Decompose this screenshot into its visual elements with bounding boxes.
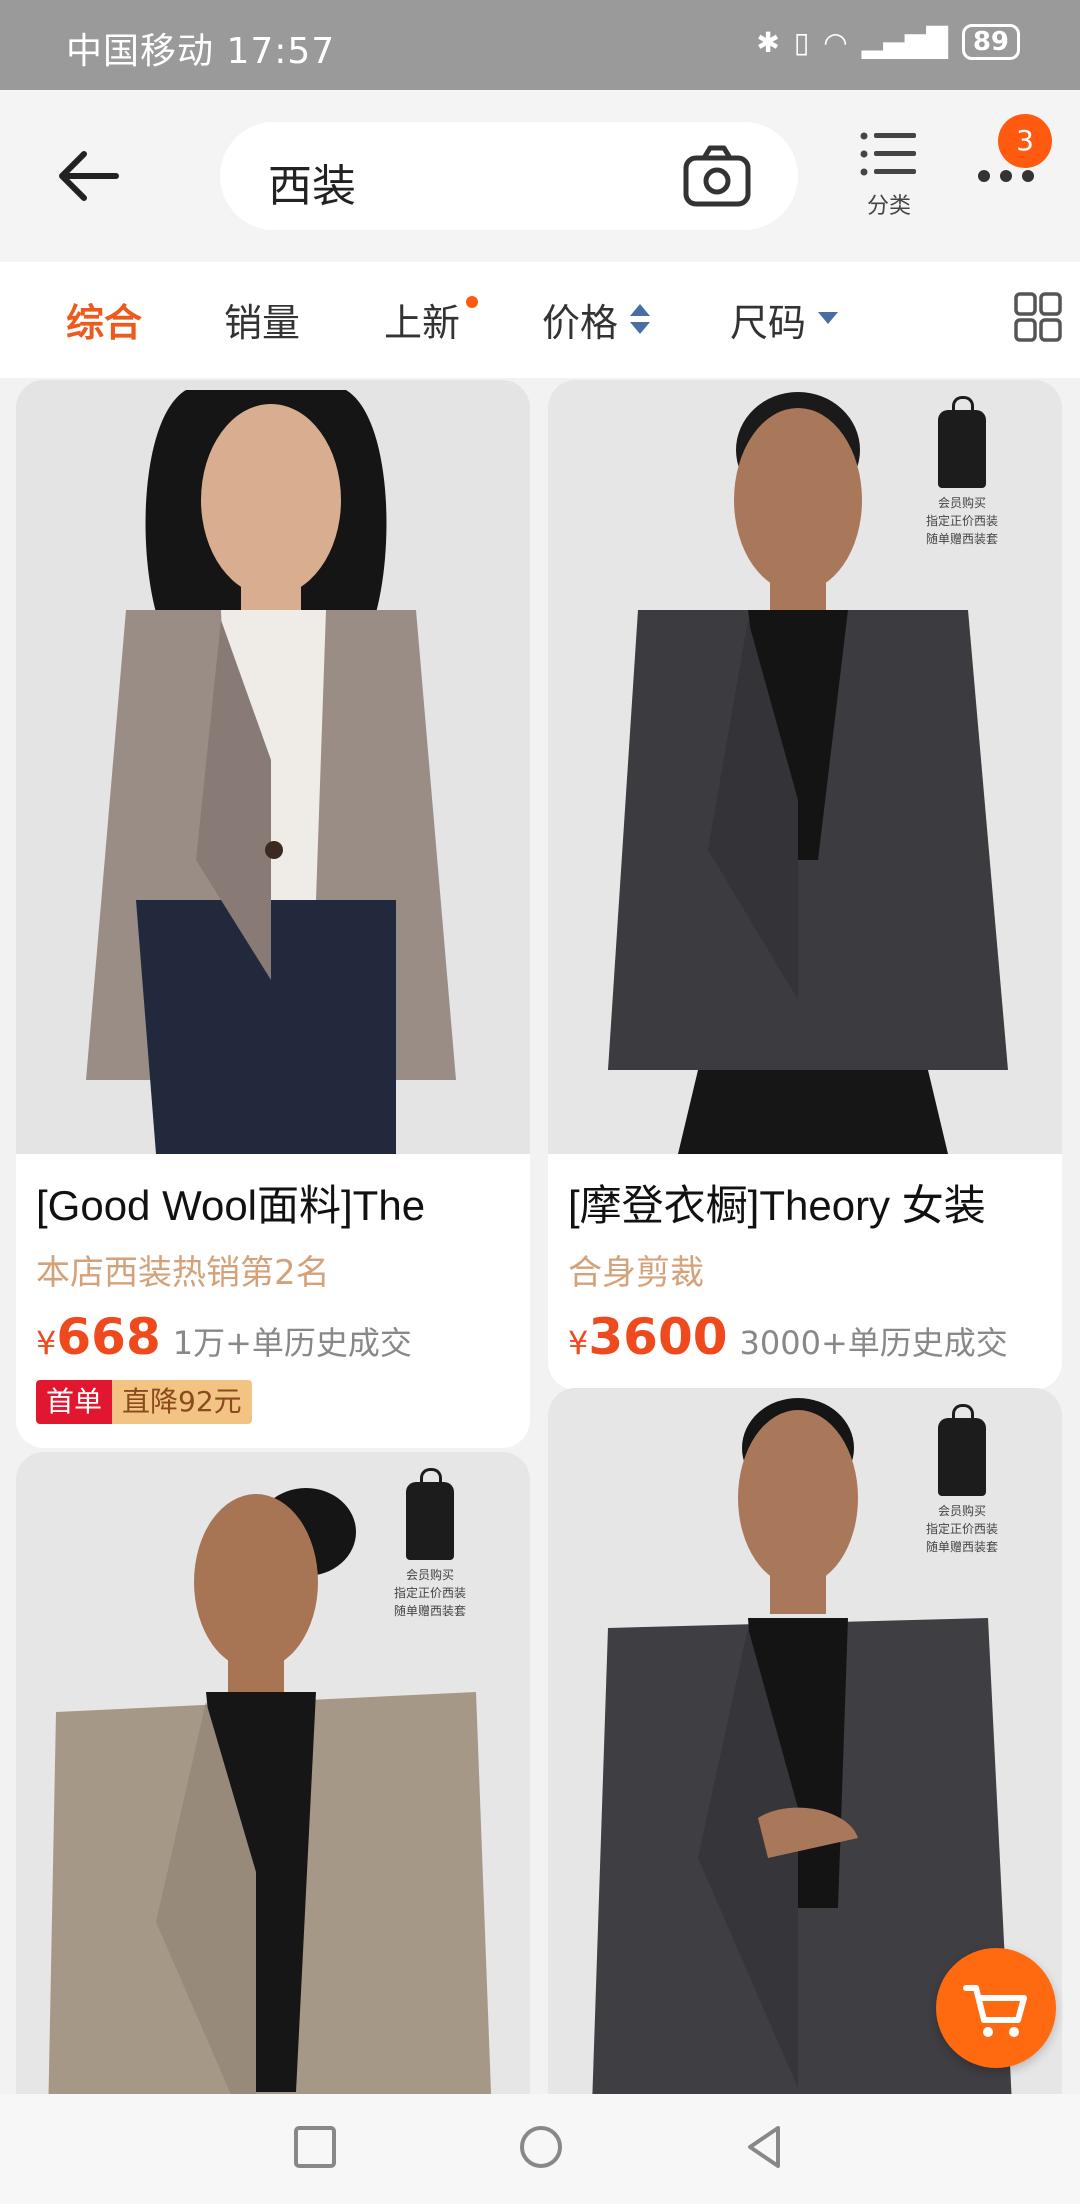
- search-query: 西装: [268, 161, 356, 212]
- garment-bag-icon: [938, 1404, 986, 1496]
- camera-icon[interactable]: [682, 144, 752, 208]
- back-triangle-icon[interactable]: [740, 2122, 790, 2172]
- bluetooth-icon: ✱: [756, 25, 780, 59]
- search-header: 西装 分类 3: [0, 90, 1080, 262]
- sort-tab-size[interactable]: 尺码: [730, 292, 806, 347]
- search-input[interactable]: 西装: [220, 122, 798, 230]
- carrier-name: 中国移动: [66, 31, 215, 72]
- list-icon: [860, 132, 916, 176]
- sort-tab-price[interactable]: 价格: [542, 292, 618, 347]
- battery-icon: 89: [961, 24, 1020, 60]
- gift-stamp: 会员购买 指定正价西装 随单赠西装套: [902, 396, 1022, 548]
- product-card[interactable]: [Good Wool面料]The 本店西装热销第2名 ¥ 668 1万+单历史成…: [16, 380, 530, 1448]
- product-title[interactable]: [摩登衣橱]Theory 女装: [568, 1172, 1042, 1233]
- model-photo: [16, 380, 530, 1154]
- product-card[interactable]: 会员购买 指定正价西装 随单赠西装套 [摩登衣橱]Theory 女装 合身剪裁 …: [548, 380, 1062, 1390]
- sort-bar: 综合 销量 上新 价格 尺码: [0, 262, 1080, 378]
- wifi-icon: ◠: [823, 25, 848, 59]
- garment-bag-icon: [406, 1468, 454, 1560]
- sort-tab-sales[interactable]: 销量: [224, 292, 300, 347]
- chevron-down-icon: [818, 312, 838, 324]
- currency-symbol: ¥: [36, 1324, 57, 1362]
- category-label: 分类: [866, 194, 911, 219]
- vibrate-icon: ▯: [793, 25, 810, 59]
- product-tag: 本店西装热销第2名: [36, 1253, 330, 1293]
- promo-badge: 首单 直降92元: [36, 1380, 252, 1424]
- sales-count: 3000+单历史成交: [739, 1324, 1008, 1362]
- product-image[interactable]: 会员购买 指定正价西装 随单赠西装套: [548, 380, 1062, 1154]
- home-icon[interactable]: [516, 2122, 566, 2172]
- gift-stamp: 会员购买 指定正价西装 随单赠西装套: [370, 1468, 490, 1620]
- product-image[interactable]: [16, 380, 530, 1154]
- product-image[interactable]: 会员购买 指定正价西装 随单赠西装套: [16, 1452, 530, 2094]
- promo-discount: 直降92元: [112, 1380, 252, 1424]
- recent-apps-icon[interactable]: [290, 2122, 340, 2172]
- category-button[interactable]: 分类: [858, 130, 920, 220]
- system-nav-bar: [0, 2094, 1080, 2204]
- sort-arrows-icon: [630, 304, 650, 334]
- promo-first-order: 首单: [36, 1380, 113, 1424]
- clock: 17:57: [226, 31, 336, 72]
- sort-tab-comprehensive[interactable]: 综合: [66, 292, 142, 347]
- back-arrow-icon[interactable]: [52, 146, 122, 206]
- product-tag: 合身剪裁: [568, 1253, 704, 1293]
- product-price: 668: [56, 1308, 161, 1366]
- garment-bag-icon: [938, 396, 986, 488]
- cart-button[interactable]: [936, 1948, 1056, 2068]
- signal-icon: ▂▄▆█: [861, 25, 948, 59]
- product-price: 3600: [588, 1308, 728, 1366]
- product-card[interactable]: 会员购买 指定正价西装 随单赠西装套: [16, 1452, 530, 2094]
- sales-count: 1万+单历史成交: [172, 1324, 412, 1362]
- new-dot-indicator: [466, 296, 478, 308]
- sort-tab-new[interactable]: 上新: [384, 292, 460, 347]
- notification-badge: 3: [998, 114, 1052, 168]
- grid-view-icon[interactable]: [1014, 292, 1062, 342]
- status-bar: 中国移动 17:57 ✱ ▯ ◠ ▂▄▆█ 89: [0, 0, 1080, 90]
- product-title[interactable]: [Good Wool面料]The: [36, 1172, 510, 1233]
- shopping-cart-icon: [963, 1985, 1027, 2037]
- currency-symbol: ¥: [568, 1324, 589, 1362]
- product-grid: [Good Wool面料]The 本店西装热销第2名 ¥ 668 1万+单历史成…: [0, 378, 1080, 2094]
- gift-stamp: 会员购买 指定正价西装 随单赠西装套: [902, 1404, 1022, 1556]
